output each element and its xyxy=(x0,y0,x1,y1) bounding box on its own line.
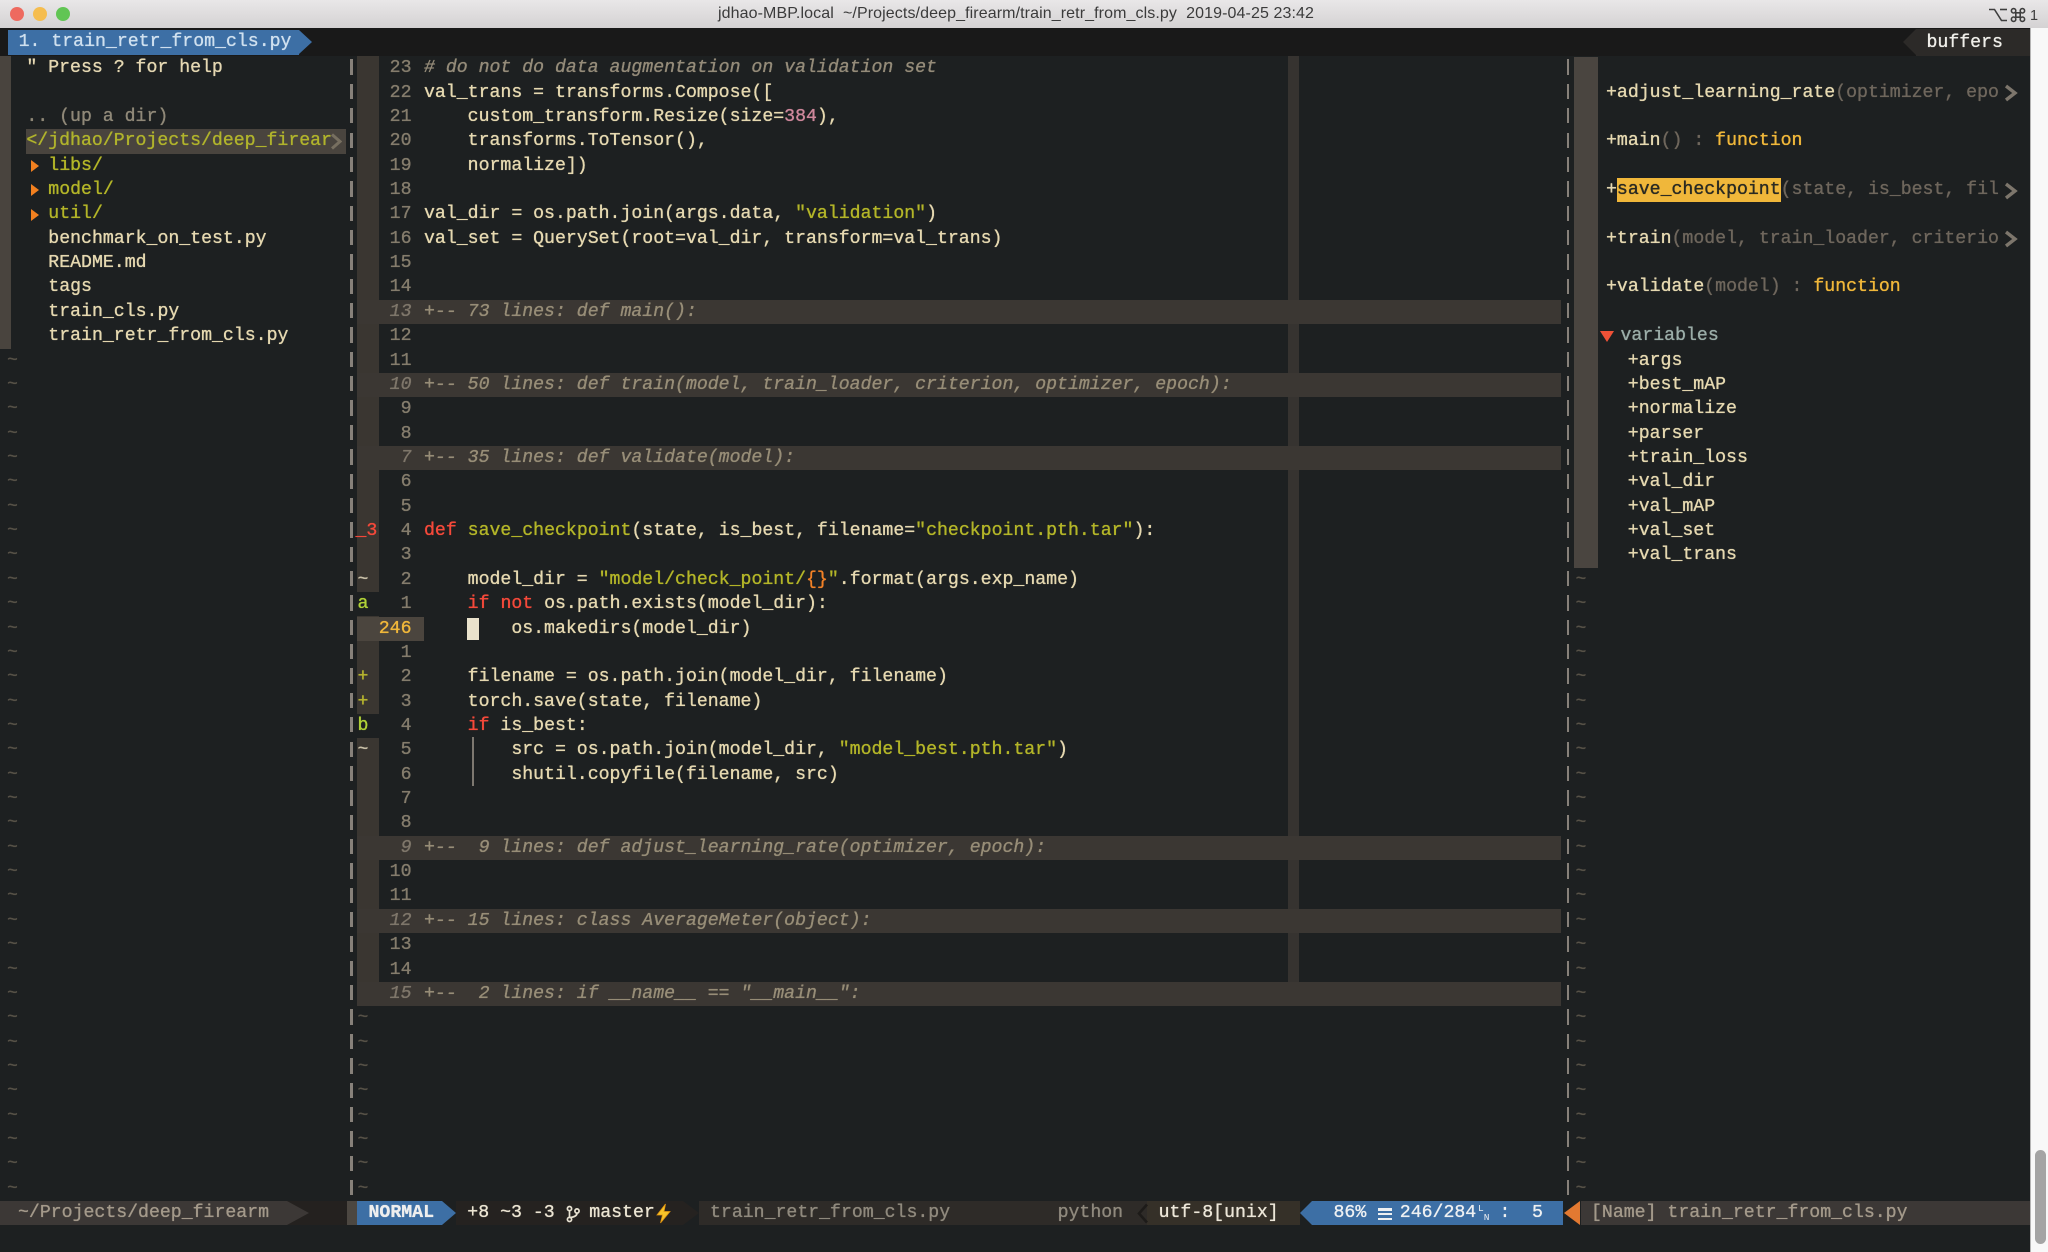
svg-text:1: 1 xyxy=(2030,8,2038,23)
